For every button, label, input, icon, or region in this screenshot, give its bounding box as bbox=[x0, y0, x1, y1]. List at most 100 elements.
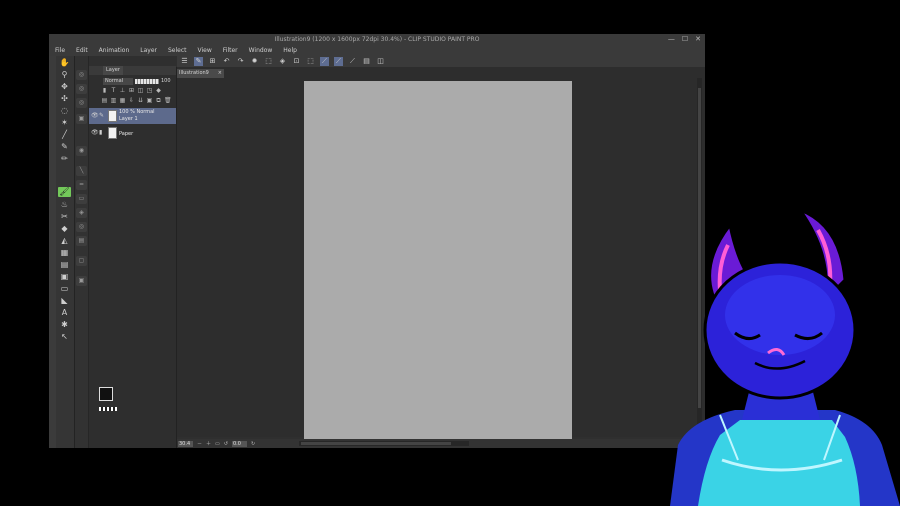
new-vector-layer-icon[interactable]: ▥ bbox=[110, 97, 117, 104]
opacity-value: 100 bbox=[161, 78, 171, 84]
undo-icon[interactable]: ↶ bbox=[222, 57, 231, 66]
subtool-icon-10[interactable]: ◎ bbox=[76, 222, 87, 232]
fit-icon[interactable]: ▭ bbox=[215, 441, 220, 447]
foreground-color-swatch[interactable] bbox=[99, 387, 113, 401]
subtool-icon-13[interactable]: ▣ bbox=[76, 276, 87, 286]
text-tool-icon[interactable]: T bbox=[110, 87, 117, 94]
duplicate-icon[interactable]: ⧉ bbox=[155, 97, 162, 104]
menu-icon[interactable]: ☰ bbox=[180, 57, 189, 66]
subtool-icon-1[interactable]: ◎ bbox=[76, 70, 87, 80]
brush-icon[interactable]: 🖌 bbox=[58, 187, 71, 197]
correct-line-icon[interactable]: ↖ bbox=[58, 332, 71, 342]
draft-icon[interactable]: ◫ bbox=[137, 87, 144, 94]
reference-icon[interactable]: ⊞ bbox=[128, 87, 135, 94]
layer-row-selected[interactable]: 👁 ✎ 100 % Normal Layer 1 bbox=[89, 108, 176, 124]
blend-icon[interactable]: ◭ bbox=[58, 236, 71, 246]
head-highlight bbox=[725, 275, 835, 355]
lasso-icon[interactable]: ◌ bbox=[58, 106, 71, 116]
pen-icon[interactable]: ✎ bbox=[58, 142, 71, 152]
close-tab-icon[interactable]: × bbox=[218, 69, 222, 78]
move-icon[interactable]: ✣ bbox=[58, 94, 71, 104]
menu-window[interactable]: Window bbox=[243, 45, 278, 56]
new-folder-icon[interactable]: ▦ bbox=[119, 97, 126, 104]
zoom-field[interactable]: 30.4 bbox=[178, 440, 193, 447]
menu-layer[interactable]: Layer bbox=[134, 45, 162, 56]
subtool-icon-12[interactable]: ▢ bbox=[76, 256, 87, 266]
lock-icon[interactable]: ▮ bbox=[101, 87, 108, 94]
transform-icon[interactable]: ⬚ bbox=[306, 57, 315, 66]
maximize-button[interactable]: ☐ bbox=[682, 34, 688, 45]
visibility-eye-icon[interactable]: 👁 bbox=[91, 112, 99, 119]
magic-wand-icon[interactable]: ✶ bbox=[58, 118, 71, 128]
zoom-icon[interactable]: ⚲ bbox=[58, 70, 71, 80]
redo-icon[interactable]: ↷ bbox=[236, 57, 245, 66]
clip-icon[interactable]: ⊥ bbox=[119, 87, 126, 94]
subtool-icon-9[interactable]: ◈ bbox=[76, 208, 87, 218]
menu-help[interactable]: Help bbox=[277, 45, 302, 56]
horizontal-scrollbar[interactable] bbox=[299, 441, 469, 446]
navigator-icon[interactable]: ◫ bbox=[376, 57, 385, 66]
blend-mode-select[interactable]: Normal bbox=[103, 77, 133, 85]
pan-icon[interactable]: ✥ bbox=[58, 82, 71, 92]
menu-filter[interactable]: Filter bbox=[217, 45, 243, 56]
layer-row-paper[interactable]: 👁 ▮ Paper bbox=[89, 125, 176, 141]
combine-icon[interactable]: ⇊ bbox=[137, 97, 144, 104]
snap-special-icon[interactable]: ⟋ bbox=[334, 57, 343, 66]
preview-icon[interactable]: ⊞ bbox=[208, 57, 217, 66]
transfer-icon[interactable]: ⇩ bbox=[128, 97, 135, 104]
layer-tab[interactable]: Layer bbox=[103, 66, 123, 75]
layer-color-icon[interactable]: ◆ bbox=[155, 87, 162, 94]
minimize-button[interactable]: — bbox=[668, 34, 675, 45]
subtool-icon-11[interactable]: ▤ bbox=[76, 236, 87, 246]
decoration-icon[interactable]: ✂ bbox=[58, 212, 71, 222]
menu-view[interactable]: View bbox=[192, 45, 217, 56]
pencil-icon[interactable]: ✏ bbox=[58, 154, 71, 164]
zoom-in-icon[interactable]: ＋ bbox=[206, 440, 211, 447]
subtool-icon-8[interactable]: ▭ bbox=[76, 194, 87, 204]
scroll-thumb[interactable] bbox=[301, 442, 451, 445]
snap-grid-icon[interactable]: ⟋ bbox=[348, 57, 357, 66]
eraser-icon[interactable]: ◆ bbox=[58, 224, 71, 234]
gradient-icon[interactable]: ▤ bbox=[58, 260, 71, 270]
text-icon[interactable]: A bbox=[58, 308, 71, 318]
menu-animation[interactable]: Animation bbox=[93, 45, 135, 56]
airbrush-icon[interactable]: ♨ bbox=[58, 200, 71, 210]
figure-icon[interactable]: ▣ bbox=[58, 272, 71, 282]
crop-icon[interactable]: ⊡ bbox=[292, 57, 301, 66]
zoom-out-icon[interactable]: － bbox=[197, 440, 202, 447]
delete-layer-icon[interactable]: 🗑 bbox=[164, 97, 172, 104]
eyedropper-icon[interactable]: ╱ bbox=[58, 130, 71, 140]
visibility-eye-icon[interactable]: 👁 bbox=[91, 129, 99, 136]
subtool-icon-6[interactable]: ╲ bbox=[76, 166, 87, 176]
hand-icon[interactable]: ✋ bbox=[58, 58, 71, 68]
subtool-icon-3[interactable]: ◎ bbox=[76, 98, 87, 108]
subtool-icon-5[interactable]: ◉ bbox=[76, 146, 87, 156]
mask-icon[interactable]: ◳ bbox=[146, 87, 153, 94]
document-tab[interactable]: Illustration9 × bbox=[177, 69, 224, 78]
subtool-icon-4[interactable]: ▣ bbox=[76, 114, 87, 124]
frame-icon[interactable]: ▭ bbox=[58, 284, 71, 294]
ruler-icon[interactable]: ◣ bbox=[58, 296, 71, 306]
transparent-color-swatch[interactable] bbox=[99, 407, 117, 411]
pen-mode-icon[interactable]: ✎ bbox=[194, 57, 203, 66]
snap-ruler-icon[interactable]: ⟋ bbox=[320, 57, 329, 66]
fill-bucket-icon[interactable]: ◈ bbox=[278, 57, 287, 66]
drawing-canvas[interactable] bbox=[304, 81, 572, 439]
menu-file[interactable]: File bbox=[49, 45, 70, 56]
rotation-field[interactable]: 0.0 bbox=[231, 440, 247, 447]
balloon-icon[interactable]: ✱ bbox=[58, 320, 71, 330]
menu-edit[interactable]: Edit bbox=[70, 45, 93, 56]
rotate-right-icon[interactable]: ↻ bbox=[251, 441, 255, 447]
sun-icon[interactable]: ✹ bbox=[250, 57, 259, 66]
layer-property-icon[interactable]: ▤ bbox=[362, 57, 371, 66]
opacity-slider[interactable] bbox=[135, 78, 159, 84]
fill-icon[interactable]: ▦ bbox=[58, 248, 71, 258]
menu-select[interactable]: Select bbox=[162, 45, 192, 56]
new-raster-layer-icon[interactable]: ▤ bbox=[101, 97, 108, 104]
mask-layer-icon[interactable]: ▣ bbox=[146, 97, 153, 104]
rotate-left-icon[interactable]: ↺ bbox=[224, 441, 228, 447]
close-button[interactable]: ✕ bbox=[695, 34, 701, 45]
subtool-icon-7[interactable]: ═ bbox=[76, 180, 87, 190]
select-icon[interactable]: ⬚ bbox=[264, 57, 273, 66]
subtool-icon-2[interactable]: ◎ bbox=[76, 84, 87, 94]
